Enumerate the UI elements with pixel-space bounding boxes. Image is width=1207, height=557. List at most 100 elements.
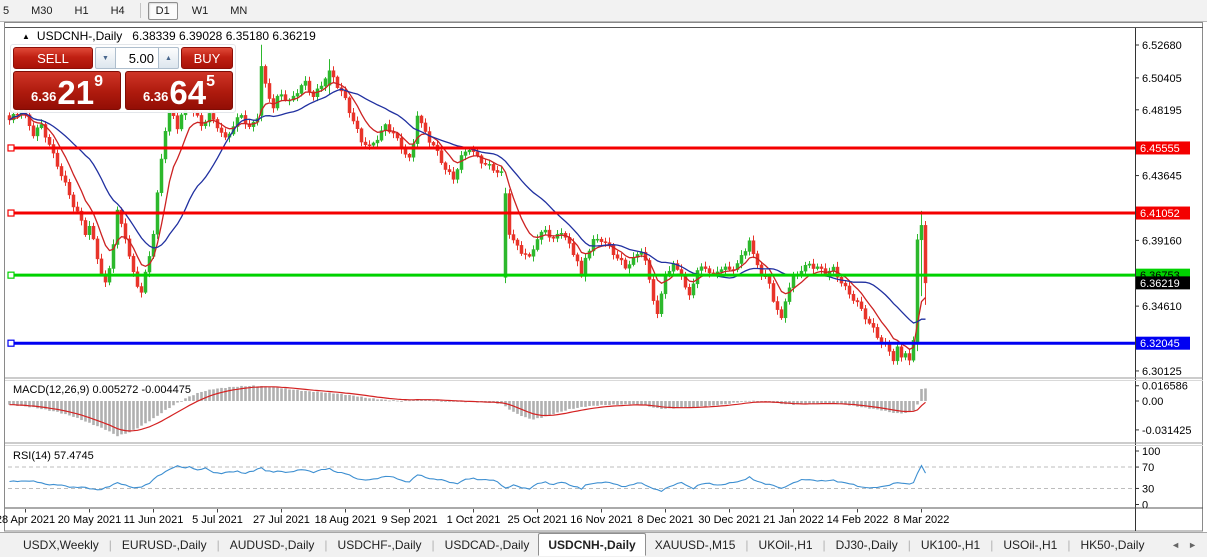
macd-bar — [604, 401, 607, 406]
chart-tab-uk100-h1[interactable]: UK100-,H1 — [912, 535, 989, 555]
chart-tab-eurusd-daily[interactable]: EURUSD-,Daily — [113, 535, 216, 555]
buy-button[interactable]: BUY — [181, 47, 233, 69]
macd-bar — [576, 401, 579, 408]
macd-bar — [748, 400, 751, 402]
macd-bar — [192, 395, 195, 401]
sell-price-button[interactable]: 6.36 21 9 — [13, 71, 121, 110]
candle-body — [351, 112, 356, 122]
macd-bar — [584, 401, 587, 407]
chart-tab-xauusd-m15[interactable]: XAUUSD-,M15 — [646, 535, 745, 555]
chart-tab-usoil-h1[interactable]: USOil-,H1 — [994, 535, 1066, 555]
macd-bar — [616, 401, 619, 405]
macd-bar — [708, 401, 711, 406]
timeframe-button-h1[interactable]: H1 — [67, 2, 97, 20]
macd-bar — [696, 401, 699, 407]
macd-bar — [528, 401, 531, 419]
candle-body — [867, 318, 872, 324]
symbol-header: ▲ USDCNH-,Daily 6.38339 6.39028 6.35180 … — [22, 29, 316, 43]
macd-bar — [728, 401, 731, 404]
sell-button[interactable]: SELL — [13, 47, 93, 69]
macd-bar — [60, 401, 63, 414]
candle-body — [887, 343, 892, 352]
macd-bar — [316, 391, 319, 401]
chart-tab-usdx-weekly[interactable]: USDX,Weekly — [14, 535, 108, 555]
macd-bar — [556, 401, 559, 413]
macd-bar — [260, 386, 263, 401]
candle-body — [651, 279, 656, 301]
buy-price-button[interactable]: 6.36 64 5 — [125, 71, 233, 110]
macd-bar — [376, 399, 379, 401]
candle-body — [295, 93, 300, 97]
macd-bar — [72, 401, 75, 417]
candle-body — [743, 251, 748, 256]
candle-body — [459, 155, 464, 170]
timeframe-button-d1[interactable]: D1 — [147, 1, 178, 20]
candle-body — [783, 301, 788, 319]
price-line-label-text: 6.41052 — [1140, 208, 1180, 220]
horizontal-line-handle[interactable] — [7, 271, 15, 279]
chart-tab-usdcad-daily[interactable]: USDCAD-,Daily — [436, 535, 539, 555]
candle-body — [199, 115, 204, 127]
macd-bar — [264, 386, 267, 401]
tab-scroll-left-icon[interactable]: ◄ — [1171, 540, 1180, 550]
macd-bar — [596, 401, 599, 406]
macd-bar — [652, 401, 655, 408]
candle-body — [355, 120, 360, 129]
candle-body — [367, 144, 372, 147]
timeframe-button-w1[interactable]: W1 — [184, 2, 217, 20]
candle-body — [807, 263, 812, 266]
date-label: 27 Jul 2021 — [253, 514, 310, 526]
date-label: 20 May 2021 — [58, 514, 122, 526]
chart-tab-dj30-daily[interactable]: DJ30-,Daily — [827, 535, 907, 555]
candle-body — [359, 128, 364, 143]
macd-bar — [908, 401, 911, 412]
candle-body — [771, 283, 776, 302]
rsi-label: RSI(14) 57.4745 — [13, 450, 94, 462]
candle-body — [811, 263, 816, 269]
candle-body — [363, 141, 368, 146]
horizontal-line-handle[interactable] — [7, 144, 15, 152]
timeframe-button-m30[interactable]: M30 — [23, 2, 60, 20]
buy-price-prefix: 6.36 — [143, 89, 169, 104]
candle-body — [407, 153, 412, 158]
volume-decrease-button[interactable]: ▼ — [95, 47, 116, 69]
candle-body — [523, 253, 528, 255]
candle-body — [91, 225, 96, 240]
timeframe-button-h4[interactable]: H4 — [103, 2, 133, 20]
chart-tab-audusd-daily[interactable]: AUDUSD-,Daily — [221, 535, 324, 555]
chart-tab-usdchf-daily[interactable]: USDCHF-,Daily — [329, 535, 431, 555]
candle-body — [631, 257, 636, 265]
candle-body — [327, 70, 332, 86]
macd-bar — [384, 399, 387, 401]
chart-tab-hk50-daily[interactable]: HK50-,Daily — [1071, 535, 1153, 555]
candle-body — [423, 122, 428, 132]
candle-body — [863, 308, 868, 320]
macd-bar — [160, 401, 163, 414]
macd-bar — [220, 387, 223, 401]
timeframe-button-mn[interactable]: MN — [222, 2, 255, 20]
macd-bar — [568, 401, 571, 409]
date-label: 14 Feb 2022 — [827, 514, 889, 526]
tab-scroll-right-icon[interactable]: ► — [1188, 540, 1197, 550]
timeframe-button-5[interactable]: 5 — [0, 2, 17, 20]
chart-tab-usdcnh-daily[interactable]: USDCNH-,Daily — [538, 532, 646, 556]
candle-body — [139, 286, 144, 293]
macd-bar — [888, 401, 891, 413]
candle-body — [67, 181, 72, 196]
volume-input[interactable] — [116, 47, 158, 69]
candle-body — [375, 139, 380, 144]
macd-bar — [164, 401, 167, 410]
candle-body — [855, 300, 860, 303]
candle-body — [519, 245, 524, 254]
macd-bar — [548, 401, 551, 415]
horizontal-line-handle[interactable] — [7, 209, 15, 217]
sell-price-prefix: 6.36 — [31, 89, 57, 104]
chart-tab-ukoil-h1[interactable]: UKOil-,H1 — [750, 535, 822, 555]
macd-bar — [256, 386, 259, 401]
horizontal-line-handle[interactable] — [7, 339, 15, 347]
macd-bar — [288, 389, 291, 401]
collapse-trade-panel-icon[interactable]: ▲ — [22, 32, 30, 41]
macd-bar — [116, 401, 119, 437]
candle-body — [223, 132, 228, 138]
volume-increase-button[interactable]: ▲ — [158, 47, 179, 69]
